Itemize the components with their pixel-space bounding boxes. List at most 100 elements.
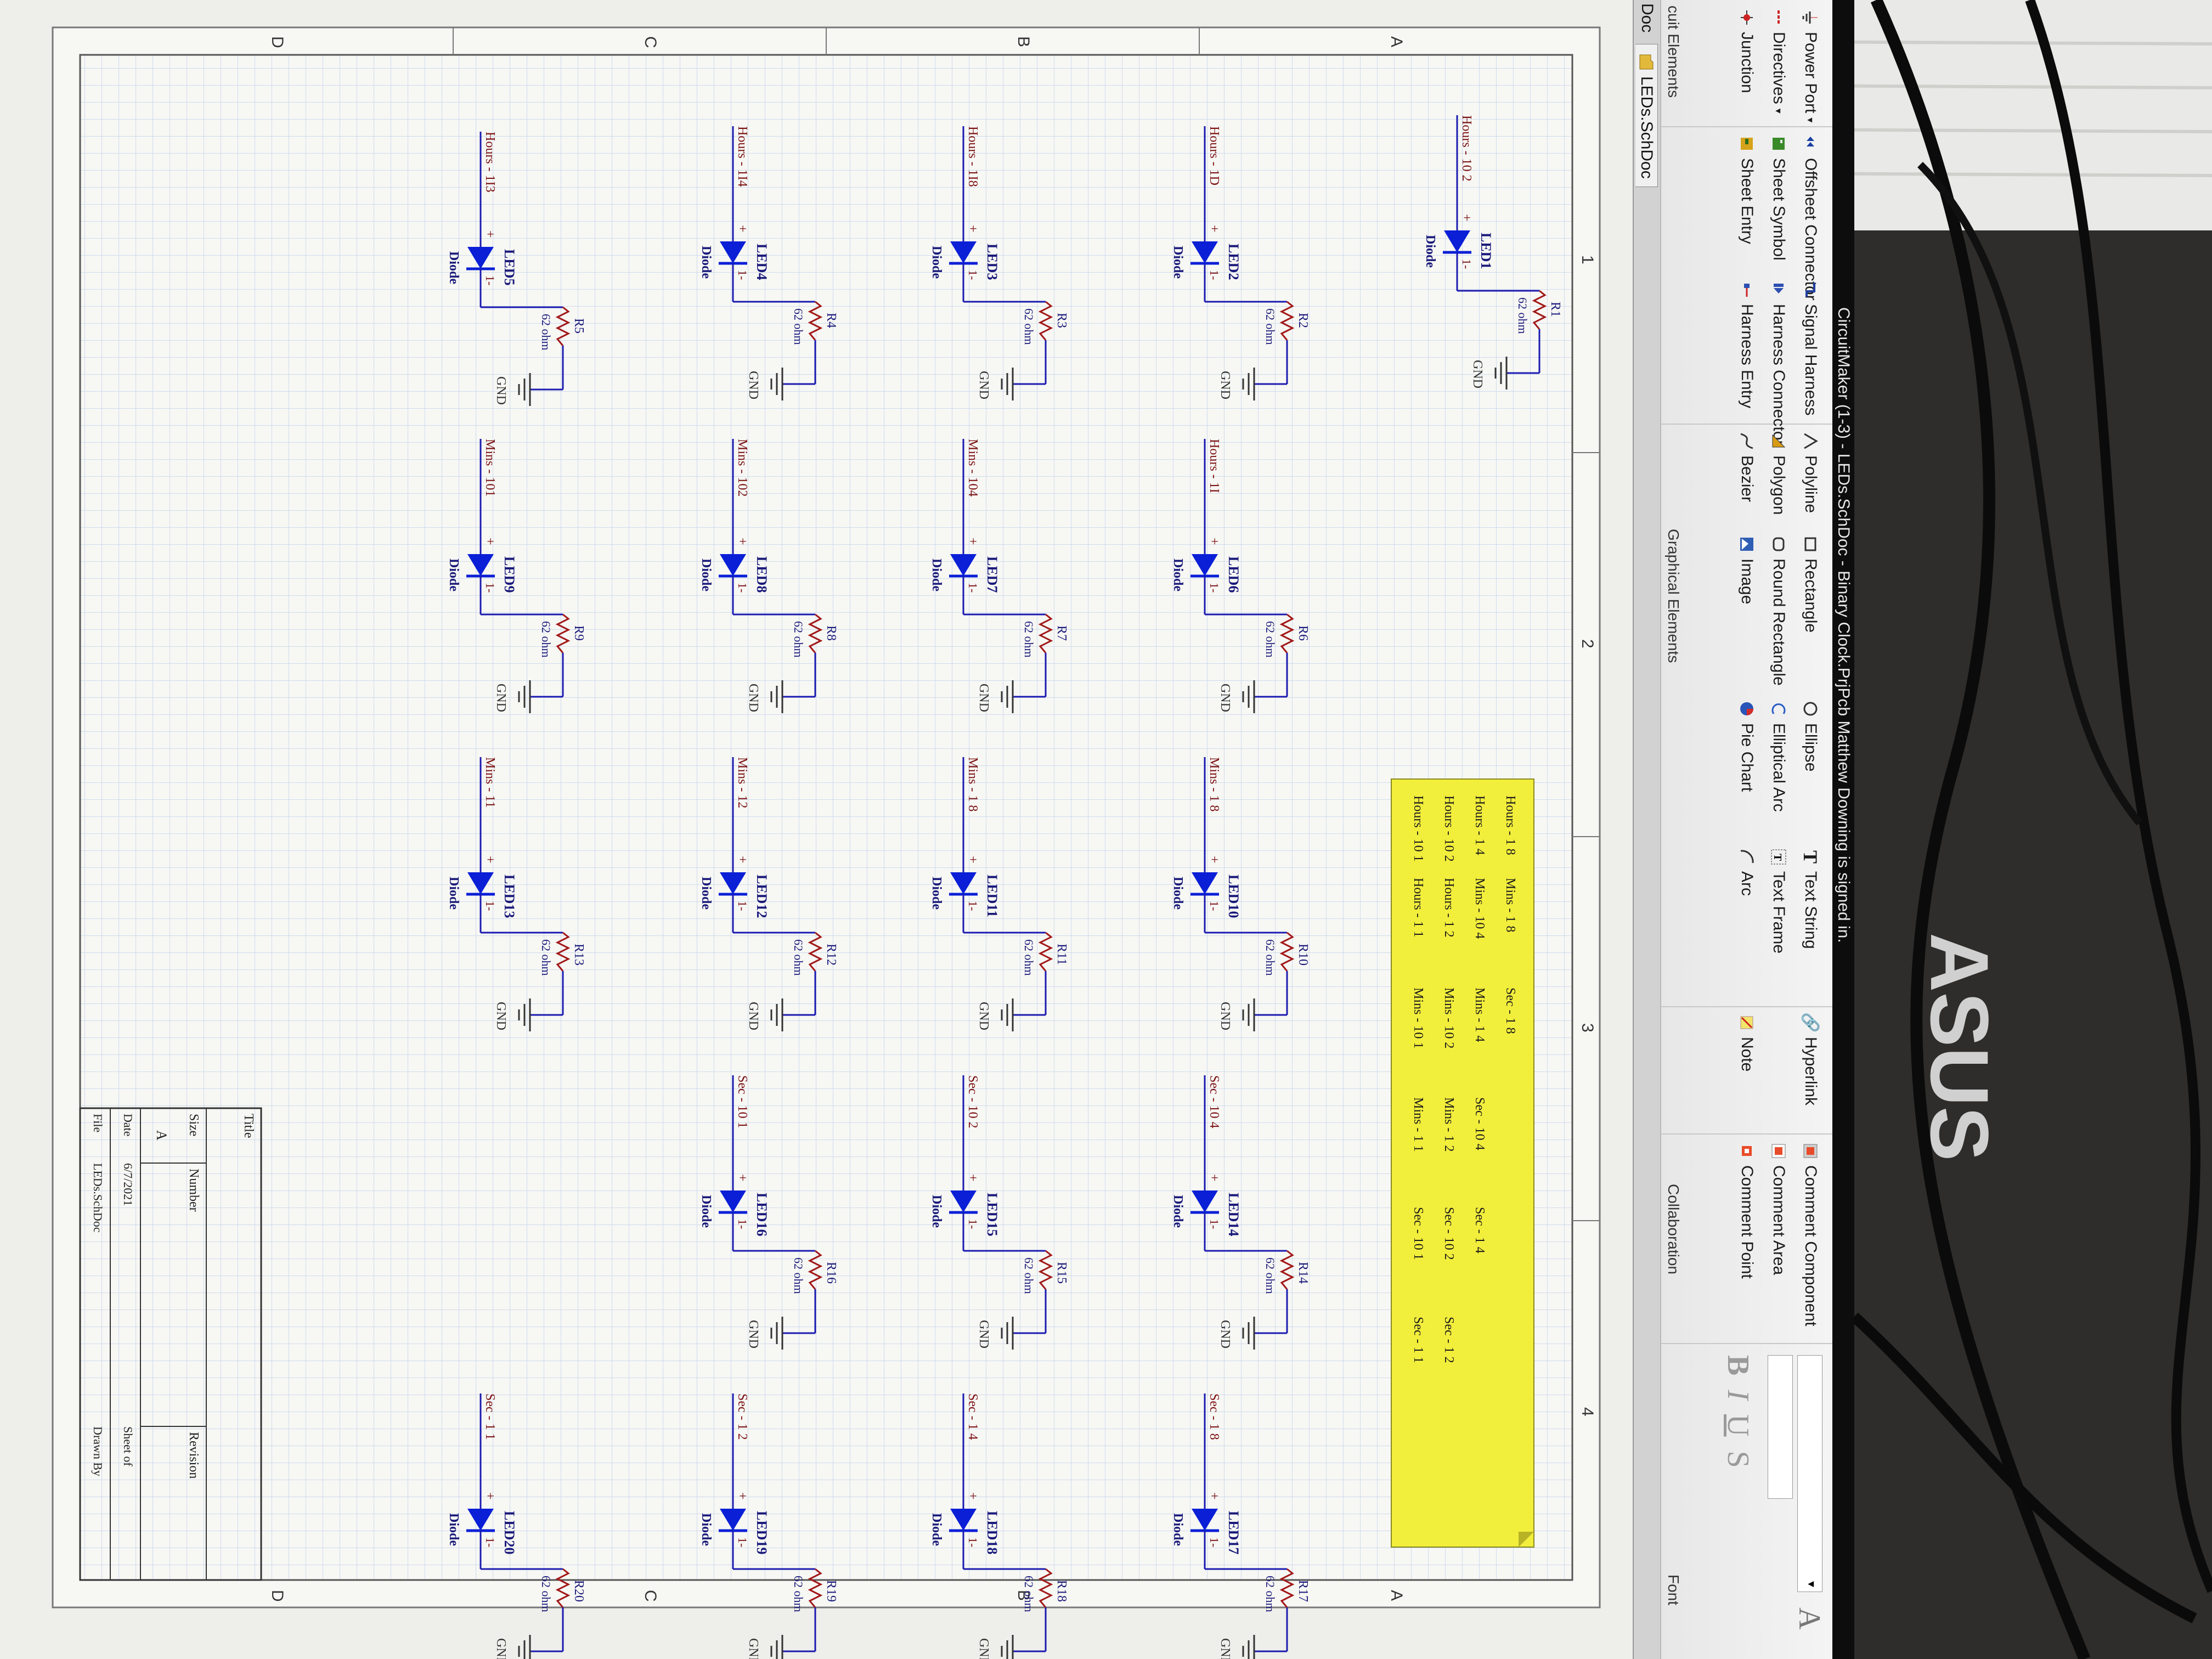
- note-line: Sec - 1 4: [1472, 1207, 1487, 1254]
- offsheet-connector-button[interactable]: Offsheet Connector: [1799, 134, 1821, 301]
- resistor-value: 62 ohm: [1263, 308, 1277, 345]
- underline-button[interactable]: U: [1720, 1414, 1756, 1436]
- comment-component-button[interactable]: Comment Component: [1799, 1141, 1821, 1326]
- text-string-button[interactable]: T Text String: [1799, 847, 1821, 949]
- italic-button[interactable]: I: [1720, 1390, 1756, 1400]
- junction-button[interactable]: Junction: [1736, 8, 1758, 93]
- zone-row-label: C: [641, 36, 659, 48]
- net-label: Sec - 1 8: [1207, 1393, 1221, 1440]
- signal-harness-button[interactable]: Signal Harness: [1799, 280, 1821, 415]
- anode-pin-label: +: [1207, 225, 1221, 233]
- sheet-symbol-label: Sheet Symbol: [1770, 158, 1788, 261]
- comment-point-button[interactable]: Comment Point: [1736, 1141, 1758, 1279]
- text-frame-button[interactable]: T Text Frame: [1768, 847, 1790, 953]
- truth-table-note[interactable]: Hours - 1 8 Mins - 1 8 Sec - 1 8 Hours - 1 …: [1391, 778, 1534, 1548]
- round-rectangle-icon: [1769, 534, 1788, 554]
- offsheet-connector-label: Offsheet Connector: [1802, 158, 1820, 301]
- note-button[interactable]: Note: [1736, 1013, 1758, 1071]
- resistor-designator: R12: [824, 944, 838, 966]
- zone-row-label: B: [1014, 36, 1032, 47]
- note-line: Mins - 1 4: [1472, 988, 1487, 1042]
- directives-button[interactable]: Directives ▾: [1768, 8, 1790, 114]
- junction-label: Junction: [1738, 32, 1756, 93]
- resistor-designator: R4: [824, 313, 838, 328]
- led-designator: LED4: [754, 244, 770, 280]
- zone-col-label: 2: [1578, 639, 1596, 648]
- power-port-button[interactable]: Power Port ▾: [1799, 8, 1821, 122]
- cathode-pin-label: 1-: [966, 1537, 980, 1547]
- ground-label: GND: [746, 371, 760, 399]
- elliptical-arc-icon: [1769, 699, 1788, 719]
- ellipse-label: Ellipse: [1802, 723, 1820, 772]
- ground-label: GND: [746, 684, 760, 712]
- anode-pin-label: +: [966, 225, 980, 233]
- resistor-designator: R2: [1296, 313, 1310, 328]
- schematic-canvas[interactable]: 1234AABBCCDD Hours - 10 2 + LED1 Diode 1- R1 6…: [0, 0, 1633, 1659]
- bold-button[interactable]: B: [1720, 1355, 1756, 1375]
- cathode-pin-label: 1-: [966, 1219, 980, 1229]
- arc-button[interactable]: Arc: [1736, 847, 1758, 896]
- tab-leds-schdoc[interactable]: LEDs.SchDoc: [1635, 44, 1658, 187]
- comment-area-icon: [1769, 1141, 1788, 1161]
- resistor-value: 62 ohm: [792, 308, 805, 345]
- led-value: Diode: [447, 558, 461, 591]
- file-value: LEDs.SchDoc: [91, 1163, 105, 1233]
- harness-connector-button[interactable]: Harness Connector: [1768, 280, 1790, 445]
- elliptical-arc-button[interactable]: Elliptical Arc: [1768, 699, 1790, 812]
- arc-icon: [1737, 847, 1757, 867]
- ribbon: Power Port ▾ Directives ▾ Junction cuit …: [1660, 0, 1832, 1659]
- cathode-pin-label: 1-: [736, 270, 749, 280]
- anode-pin-label: +: [735, 225, 749, 233]
- chevron-down-icon: ▾: [1805, 1581, 1819, 1587]
- title-label: Title: [241, 1114, 256, 1138]
- comment-area-label: Comment Area: [1770, 1165, 1788, 1276]
- resistor-designator: R6: [1296, 625, 1310, 641]
- ground-label: GND: [977, 1320, 991, 1348]
- tab-previous-doc[interactable]: Doc: [1636, 3, 1658, 32]
- sheet-symbol-icon: [1769, 134, 1788, 154]
- font-family-select[interactable]: ▾: [1797, 1355, 1822, 1592]
- ground-label: GND: [494, 1002, 508, 1030]
- note-line: Mins - 1 2: [1442, 1097, 1456, 1152]
- round-rectangle-button[interactable]: Round Rectangle: [1768, 534, 1790, 686]
- font-size-select[interactable]: [1768, 1355, 1793, 1499]
- note-line: Hours - 10 2: [1442, 795, 1456, 862]
- revision-label: Revision: [187, 1432, 201, 1479]
- led-designator: LED5: [501, 249, 517, 285]
- polyline-button[interactable]: Polyline: [1799, 431, 1821, 513]
- harness-entry-button[interactable]: Harness Entry: [1736, 280, 1758, 408]
- hyperlink-button[interactable]: 🔗 Hyperlink: [1799, 1012, 1821, 1105]
- net-label: Hours - 10 2: [1459, 115, 1474, 182]
- ellipse-button[interactable]: Ellipse: [1799, 699, 1821, 771]
- anode-pin-label: +: [1207, 538, 1221, 545]
- image-button[interactable]: Image: [1736, 534, 1758, 604]
- led-value: Diode: [1171, 1195, 1185, 1228]
- sheet-entry-button[interactable]: Sheet Entry: [1736, 134, 1758, 244]
- zone-row-label: A: [1387, 36, 1406, 47]
- text-string-icon: T: [1799, 850, 1821, 864]
- rectangle-button[interactable]: Rectangle: [1799, 534, 1821, 633]
- note-line: Sec - 10 4: [1472, 1097, 1487, 1150]
- strike-button[interactable]: S: [1720, 1451, 1756, 1468]
- monitor-brand: ASUS: [1914, 933, 2006, 1161]
- cathode-pin-label: 1-: [1207, 583, 1221, 592]
- group-links: 🔗 Hyperlink Note: [1661, 1007, 1832, 1135]
- sheet-symbol-button[interactable]: Sheet Symbol: [1768, 134, 1790, 261]
- polygon-button[interactable]: Polygon: [1768, 431, 1790, 515]
- zone-row-label: A: [1387, 1590, 1406, 1601]
- elliptical-arc-label: Elliptical Arc: [1770, 723, 1788, 812]
- pie-chart-button[interactable]: Pie Chart: [1736, 699, 1758, 792]
- svg-text:T: T: [1771, 854, 1784, 861]
- zone-row-label: C: [641, 1590, 659, 1602]
- bezier-button[interactable]: Bezier: [1736, 431, 1758, 502]
- chevron-down-icon: ▾: [1773, 108, 1785, 114]
- anode-pin-label: +: [735, 1492, 749, 1500]
- resistor-designator: R5: [572, 318, 586, 334]
- schematic-doc-icon: [1637, 52, 1656, 72]
- schematic-sheet[interactable]: 1234AABBCCDD Hours - 10 2+LED1Diode 1-R16…: [0, 0, 1633, 1659]
- zone-col-label: 4: [1578, 1407, 1596, 1417]
- ground-label: GND: [1218, 1638, 1232, 1659]
- comment-area-button[interactable]: Comment Area: [1768, 1141, 1790, 1275]
- net-label: Mins - 1 8: [966, 757, 980, 811]
- anode-pin-label: +: [1207, 1492, 1221, 1500]
